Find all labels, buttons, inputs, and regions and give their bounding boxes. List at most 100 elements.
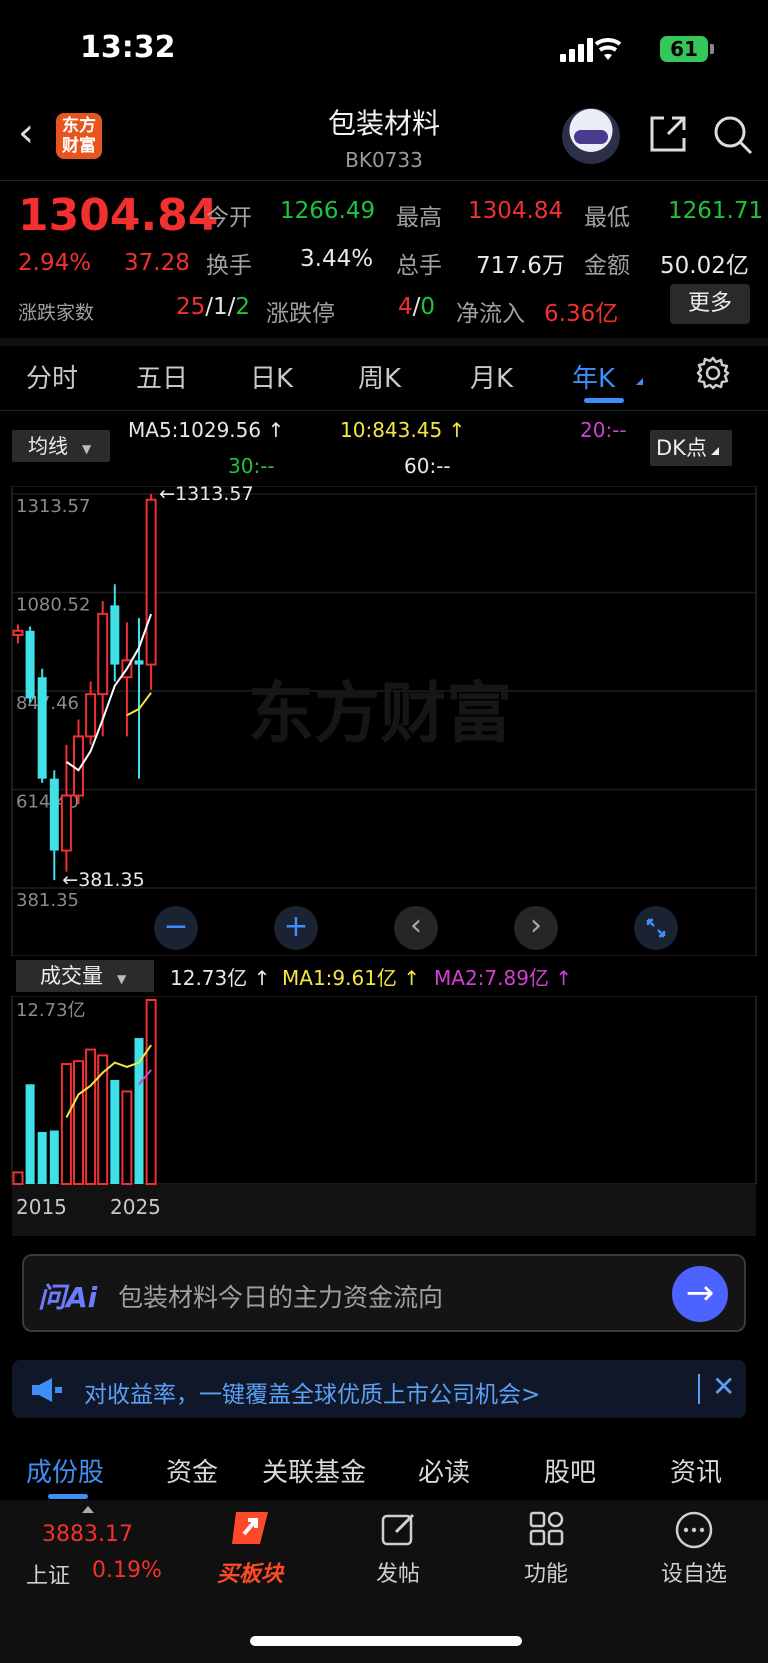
more-button[interactable]: 更多	[670, 284, 750, 324]
ma5-value: MA5:1029.56 ↑	[128, 418, 284, 442]
updown-label: 涨跌家数	[18, 302, 95, 324]
gear-icon[interactable]	[696, 356, 730, 390]
status-time: 13:32	[80, 30, 176, 65]
amount-value: 50.02亿	[660, 253, 749, 279]
zoom-in-button[interactable]: +	[274, 906, 318, 950]
caret-up-icon	[82, 1506, 94, 1513]
high-value: 1304.84	[468, 198, 564, 224]
volume-bar	[12, 1171, 24, 1186]
tab-constituents[interactable]: 成份股	[26, 1452, 104, 1489]
ma30-value: 30:--	[228, 454, 275, 478]
tab-related-funds[interactable]: 关联基金	[262, 1452, 366, 1489]
banner-text[interactable]: 对收益率，一键覆盖全球优质上市公司机会>	[84, 1375, 540, 1409]
limit-up-count: 4	[398, 294, 413, 320]
tab-daily-k[interactable]: 日K	[250, 358, 293, 395]
change-pct: 2.94%	[18, 250, 92, 276]
turnover-label: 换手	[206, 253, 252, 279]
indicator-select-label: 均线	[28, 434, 68, 458]
volume-bar	[134, 1038, 144, 1184]
index-name[interactable]: 上证	[26, 1558, 70, 1590]
zoom-out-button[interactable]: −	[154, 906, 198, 950]
netflow-value: 6.36亿	[544, 301, 619, 327]
dk-point-button[interactable]: DK点	[650, 430, 732, 466]
volume-ma1: MA1:9.61亿 ↑	[282, 962, 420, 991]
candle-body	[37, 677, 47, 779]
tab-weekly-k[interactable]: 周K	[358, 358, 401, 395]
limit-down-count: 0	[420, 294, 436, 320]
volume-ma2-text: MA2:7.89亿	[434, 966, 549, 990]
tabs-divider	[0, 410, 768, 411]
candle-body	[110, 605, 120, 665]
candle-body	[25, 630, 35, 699]
tab-monthly-k[interactable]: 月K	[470, 358, 513, 395]
volume-chart[interactable]: 12.73亿 2015 2025	[0, 996, 768, 1236]
index-value[interactable]: 3883.17	[42, 1522, 133, 1547]
buy-sector-icon[interactable]	[228, 1508, 274, 1548]
volume-bar	[145, 999, 157, 1185]
select-arrow-icon: ▼	[82, 442, 92, 456]
candle-body	[49, 778, 59, 851]
change-value: 37.28	[124, 250, 190, 276]
candlestick-chart[interactable]: 东方财富 1313.571080.52847.46614.40381.35 ←1…	[0, 486, 768, 956]
volume-y-top-label: 12.73亿	[16, 1000, 86, 1021]
tab-yearly-k[interactable]: 年K	[572, 358, 615, 395]
tab-forum[interactable]: 股吧	[544, 1452, 596, 1489]
volume-bar	[73, 1060, 84, 1185]
volume-bar	[85, 1048, 97, 1185]
buy-sector-label[interactable]: 买板块	[200, 1556, 300, 1588]
open-value: 1266.49	[280, 198, 376, 224]
ma20-value: 20:--	[580, 418, 627, 442]
volume-bar	[37, 1131, 47, 1184]
flat-count: 1	[213, 294, 228, 320]
updown-sep-1: /	[205, 294, 214, 320]
robot-eyes	[574, 130, 608, 144]
volume-ma2: MA2:7.89亿 ↑	[434, 962, 572, 991]
updown-counts: 25/1/2	[176, 294, 250, 320]
candle-body	[12, 629, 24, 636]
limit-label: 涨跌停	[266, 301, 335, 327]
index-change[interactable]: 0.19%	[92, 1558, 162, 1583]
more-dots-icon[interactable]	[674, 1510, 714, 1550]
search-icon[interactable]	[712, 114, 754, 156]
watermark: 东方财富	[248, 675, 512, 752]
arrow-up-icon: ↑	[548, 966, 573, 990]
volume-label: 总手	[396, 253, 442, 279]
tab-intraday[interactable]: 分时	[26, 358, 78, 395]
add-watchlist-label[interactable]: 设自选	[644, 1556, 744, 1588]
ai-submit-button[interactable]: →	[672, 1266, 728, 1322]
select-arrow-icon: ▼	[117, 972, 127, 986]
edit-post-icon[interactable]	[380, 1510, 418, 1548]
pan-right-button[interactable]: ›	[514, 906, 558, 950]
functions-label[interactable]: 功能	[496, 1556, 596, 1588]
tab-news[interactable]: 资讯	[670, 1452, 722, 1489]
tab-must-read[interactable]: 必读	[418, 1452, 470, 1489]
megaphone-icon	[32, 1378, 62, 1402]
section-divider	[0, 338, 768, 346]
post-label[interactable]: 发帖	[348, 1556, 448, 1588]
volume-bar	[110, 1079, 120, 1184]
y-tick-label: 1080.52	[16, 594, 90, 615]
signal-icon	[560, 38, 622, 62]
current-price: 1304.84	[18, 190, 219, 241]
tab-five-day[interactable]: 五日	[136, 358, 188, 395]
candle-body	[85, 693, 97, 738]
arrow-up-icon: ↑	[247, 966, 271, 990]
down-count: 2	[235, 294, 251, 320]
close-icon[interactable]: ✕	[712, 1370, 735, 1403]
tab-funds-flow[interactable]: 资金	[166, 1452, 218, 1489]
candle-body	[60, 794, 72, 852]
ai-prompt-text[interactable]: 包装材料今日的主力资金流向	[118, 1278, 443, 1314]
share-icon[interactable]	[648, 114, 688, 154]
pan-left-button[interactable]: ‹	[394, 906, 438, 950]
ma10-text: 10:843.45	[340, 418, 443, 442]
volume-current: 12.73亿 ↑	[170, 962, 270, 991]
candle-body	[134, 660, 144, 665]
volume-ma1-text: MA1:9.61亿	[282, 966, 397, 990]
volume-select-label: 成交量	[40, 964, 103, 988]
arrow-up-icon: ↑	[442, 418, 466, 442]
indicator-select[interactable]: 均线 ▼	[12, 430, 110, 462]
functions-grid-icon[interactable]	[528, 1510, 566, 1548]
fullscreen-button[interactable]	[634, 906, 678, 950]
arrow-up-icon: ↑	[396, 966, 421, 990]
volume-indicator-select[interactable]: 成交量 ▼	[16, 960, 154, 992]
